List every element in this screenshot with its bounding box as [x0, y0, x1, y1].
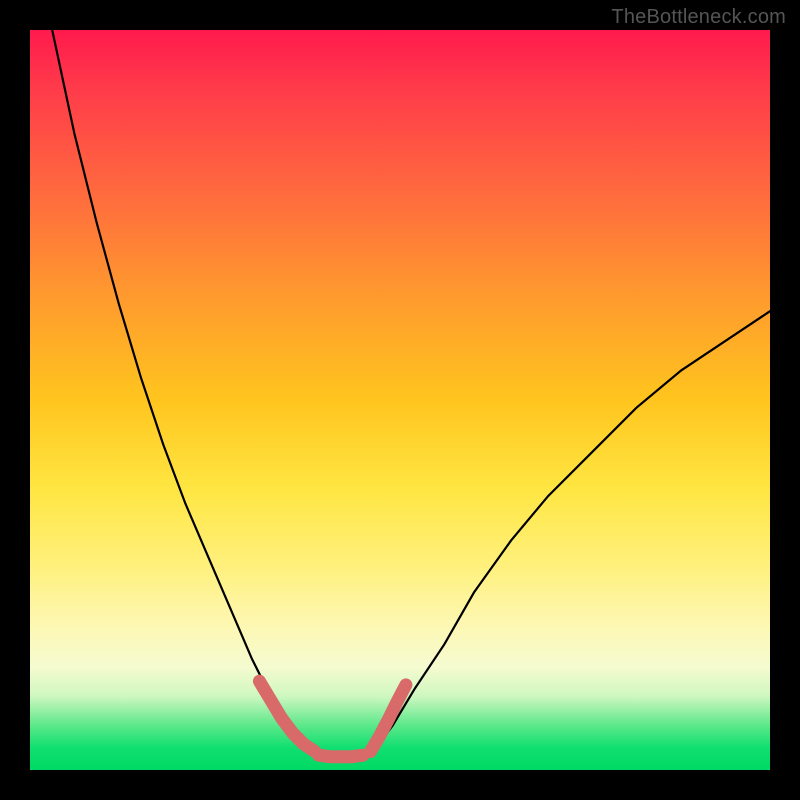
- marker-left-descent: [259, 681, 315, 751]
- marker-trough: [319, 755, 363, 757]
- curve-right-branch: [370, 311, 770, 755]
- chart-frame: TheBottleneck.com: [0, 0, 800, 800]
- curve-layer: [30, 30, 770, 770]
- marker-right-ascent: [370, 685, 406, 752]
- watermark-label: TheBottleneck.com: [611, 6, 786, 29]
- plot-area: [30, 30, 770, 770]
- curve-left-branch: [52, 30, 311, 755]
